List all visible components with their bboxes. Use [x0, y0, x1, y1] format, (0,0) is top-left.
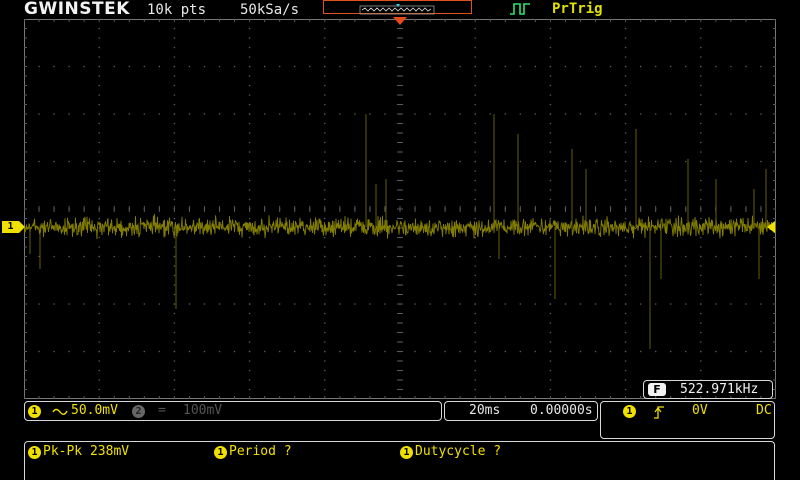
trigger-info[interactable]: 1 0V DC [600, 401, 775, 439]
ac-coupling-icon [52, 408, 68, 415]
ch1-ground-marker[interactable]: 1 [2, 221, 25, 233]
frequency-counter: F 522.971kHz [643, 380, 773, 399]
frequency-badge: F [648, 383, 666, 396]
memory-waveform-icon [359, 4, 435, 15]
ch1-badge: 1 [28, 405, 41, 418]
pulse-trigger-icon [510, 3, 530, 15]
ch2-coupling: = [158, 403, 166, 418]
memory-bar [323, 0, 472, 15]
measurement-label: Pk-Pk 238mV [43, 444, 130, 459]
frequency-value: 522.971kHz [680, 382, 759, 397]
measurement-bar[interactable]: 1 Pk-Pk 238mV 1 Period ? 1 Dutycycle ? [24, 441, 775, 480]
trigger-source-badge: 1 [623, 405, 636, 418]
timebase-position: 0.00000s [530, 403, 593, 418]
sample-rate: 50kSa/s [240, 2, 300, 18]
brand-logo: GWINSTEK [24, 0, 130, 19]
timebase-scale: 20ms [469, 403, 501, 418]
timebase-info[interactable]: 20ms 0.00000s [444, 401, 598, 421]
channel-info-bar[interactable]: 1 50.0mV 2 = 100mV [24, 401, 442, 421]
measurement-source-badge: 1 [400, 446, 413, 459]
trigger-level-marker[interactable] [767, 221, 775, 233]
trigger-level: 0V [692, 403, 708, 418]
waveform-display[interactable] [24, 19, 776, 399]
measurement-source-badge: 1 [214, 446, 227, 459]
measurement-label: Dutycycle ? [415, 444, 502, 459]
trigger-position-marker[interactable] [393, 17, 407, 25]
ch1-scale: 50.0mV [71, 403, 118, 418]
measurement-label: Period ? [229, 444, 292, 459]
measurement-source-badge: 1 [28, 446, 41, 459]
ch2-badge: 2 [132, 405, 145, 418]
trigger-status: PrTrig [552, 1, 603, 17]
ch2-scale: 100mV [183, 403, 223, 418]
record-length: 10k pts [147, 2, 207, 18]
trigger-coupling: DC [756, 403, 772, 418]
rising-edge-icon [654, 406, 664, 419]
